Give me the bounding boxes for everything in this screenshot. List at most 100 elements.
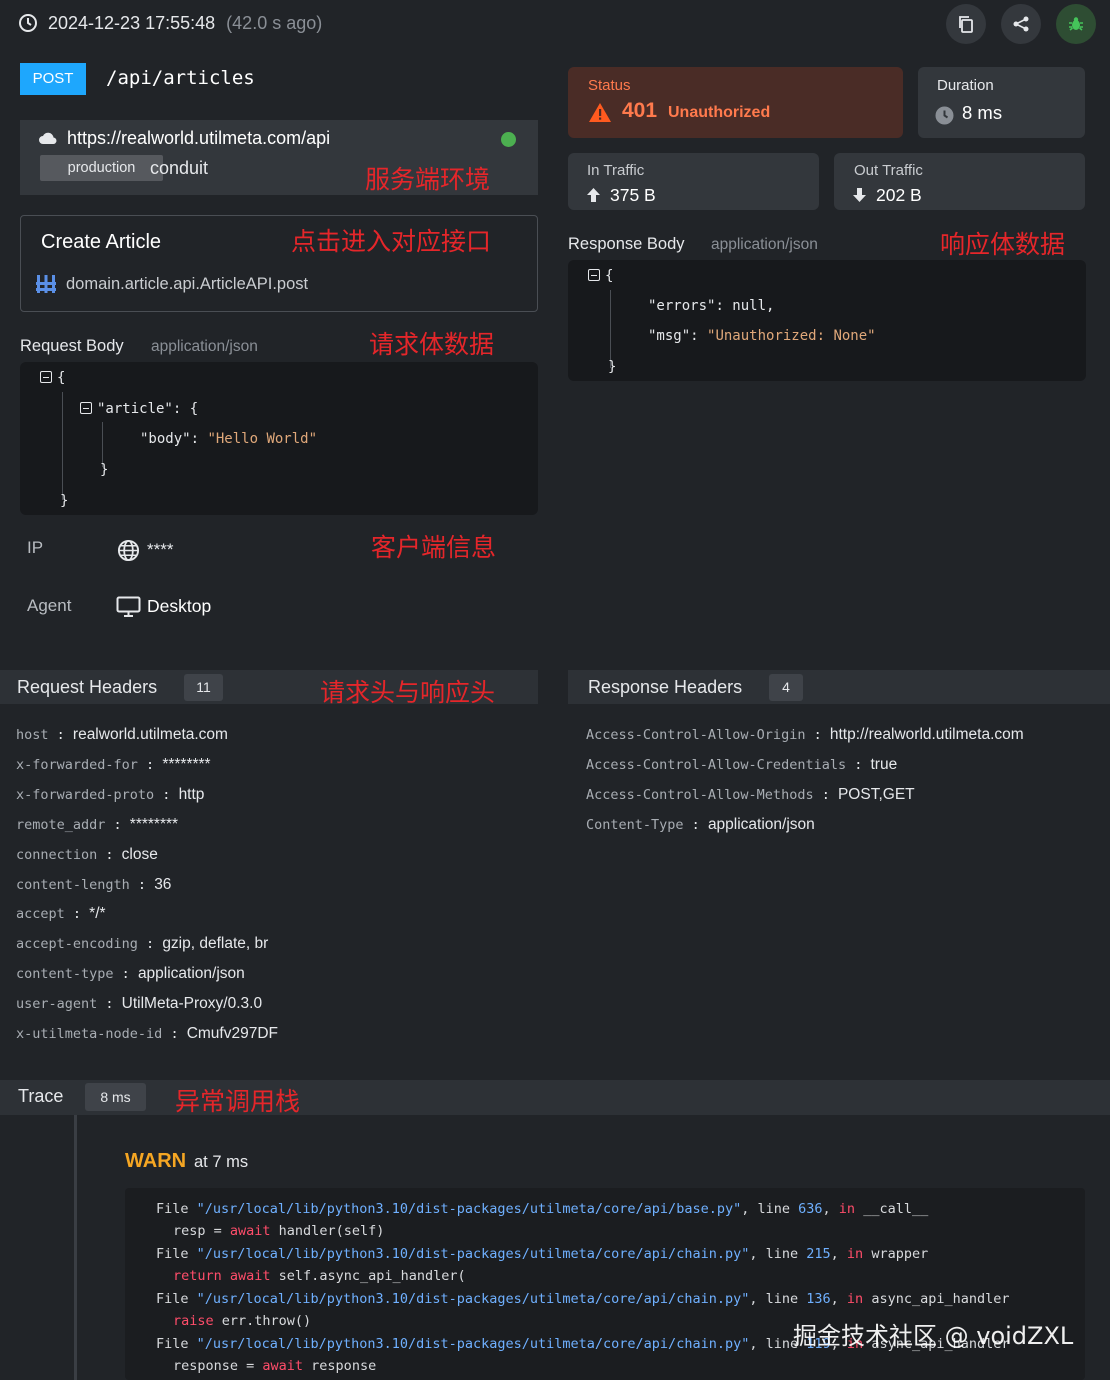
indent-guide	[102, 422, 103, 467]
share-icon	[1013, 16, 1029, 32]
header-value: POST,GET	[837, 786, 915, 803]
trace-code-line: raise err.throw()	[173, 1313, 311, 1329]
header-sep: :	[805, 727, 830, 743]
arrow-up-icon	[587, 188, 600, 202]
header-key: x-forwarded-for	[16, 756, 138, 773]
agent-label: Agent	[27, 596, 72, 615]
trace-text: ,	[749, 1336, 766, 1352]
header-value: */*	[89, 905, 106, 923]
header-value: application/json	[137, 965, 245, 983]
header-value: ********	[162, 755, 211, 773]
trace-line-word: line	[757, 1201, 790, 1217]
trace-code-line: resp = await handler(self)	[173, 1223, 384, 1239]
header-sep: :	[137, 756, 163, 773]
annotation-client-info: 客户端信息	[371, 533, 497, 562]
response-body-code[interactable]: { "errors": null, "msg": "Unauthorized: …	[568, 260, 1086, 381]
trace-file-path: "/usr/local/lib/python3.10/dist-packages…	[196, 1201, 742, 1217]
trace-code: self.async_api_handler(	[270, 1268, 466, 1284]
header-row: accept-encoding : gzip, deflate, br	[16, 935, 268, 953]
collapse-icon[interactable]	[588, 269, 600, 281]
trace-line-number: 215	[806, 1246, 831, 1262]
indent-guide	[610, 290, 611, 368]
code-line: "msg": "Unauthorized: None"	[648, 328, 876, 344]
header-row: user-agent : UtilMeta-Proxy/0.3.0	[16, 995, 262, 1013]
header-sep: :	[162, 1026, 187, 1042]
header-value: Cmufv297DF	[186, 1025, 279, 1042]
code-line: "article": {	[80, 401, 198, 417]
header-value: true	[870, 756, 898, 773]
header-value: application/json	[707, 816, 815, 833]
request-body-code[interactable]: { "article": { "body": "Hello World" } }	[20, 362, 538, 515]
code-line: }	[60, 493, 69, 509]
header-row: content-length : 36	[16, 876, 171, 894]
header-value: realworld.utilmeta.com	[72, 726, 228, 743]
trace-text	[855, 1201, 863, 1217]
trace-text	[189, 1291, 197, 1307]
code-line: {	[588, 268, 613, 284]
globe-icon	[117, 539, 140, 562]
duration-value: 8 ms	[962, 102, 1003, 123]
trace-code: err.throw()	[213, 1313, 312, 1329]
trace-function: wrapper	[871, 1246, 929, 1262]
annotation-headers: 请求头与响应头	[320, 678, 496, 707]
watermark: 掘金技术社区 @ voidZXL	[793, 1322, 1074, 1350]
header-key: accept	[16, 906, 65, 923]
trace-text: ,	[741, 1201, 758, 1217]
share-button[interactable]	[1001, 4, 1041, 44]
header-row: Access-Control-Allow-Credentials : true	[586, 756, 897, 774]
response-headers-count: 4	[769, 674, 803, 701]
header-sep: :	[129, 876, 155, 893]
ip-label: IP	[27, 538, 44, 557]
env-badge: production	[40, 155, 163, 181]
duration-label: Duration	[937, 77, 994, 94]
trace-file-word: File	[156, 1291, 189, 1307]
response-headers-title: Response Headers	[588, 677, 743, 697]
trace-title: Trace	[18, 1086, 64, 1106]
trace-text	[189, 1246, 197, 1262]
header-row: Access-Control-Allow-Origin : http://rea…	[586, 726, 1024, 744]
header-sep: :	[97, 846, 122, 863]
trace-code: response =	[173, 1358, 263, 1374]
out-traffic-value: 202 B	[876, 185, 922, 205]
service-url[interactable]: https://realworld.utilmeta.com/api	[67, 128, 330, 149]
header-sep: :	[813, 787, 838, 803]
header-row: connection : close	[16, 846, 158, 864]
arrow-down-icon	[853, 188, 866, 202]
trace-bar[interactable]	[0, 1080, 1110, 1115]
endpoint-title[interactable]: Create Article	[41, 231, 161, 254]
header-sep: :	[683, 817, 708, 833]
copy-button[interactable]	[946, 4, 986, 44]
duration-card: Duration 8 ms	[918, 67, 1085, 138]
clock-icon	[18, 13, 38, 33]
warning-icon	[589, 103, 611, 122]
trace-file-word: File	[156, 1336, 189, 1352]
collapse-icon[interactable]	[80, 402, 92, 414]
header-sep: :	[48, 727, 73, 743]
header-row: Access-Control-Allow-Methods : POST,GET	[586, 786, 915, 804]
annotation-server-env: 服务端环境	[365, 165, 491, 194]
trace-text: ,	[749, 1291, 766, 1307]
header-key: Access-Control-Allow-Methods	[586, 787, 814, 803]
request-headers-title: Request Headers	[17, 677, 158, 697]
out-traffic-label: Out Traffic	[854, 162, 923, 179]
trace-timeline	[74, 1115, 77, 1380]
header-value: UtilMeta-Proxy/0.3.0	[121, 995, 263, 1013]
trace-keyword: raise	[173, 1313, 214, 1329]
status-text: Unauthorized	[668, 104, 771, 121]
trace-text	[189, 1336, 197, 1352]
copy-icon	[959, 16, 973, 33]
code-line: "body": "Hello World"	[140, 431, 318, 447]
collapse-icon[interactable]	[40, 371, 52, 383]
trace-in-word: in	[846, 1291, 864, 1307]
header-sep: :	[113, 966, 138, 983]
trace-text	[189, 1201, 197, 1217]
status-code: 401	[622, 99, 658, 122]
header-row: x-forwarded-for : ********	[16, 756, 211, 774]
header-sep: :	[154, 786, 179, 803]
header-key: Access-Control-Allow-Credentials	[586, 757, 847, 773]
trace-line-number: 636	[798, 1201, 823, 1217]
trace-duration: 8 ms	[85, 1083, 146, 1111]
debug-button[interactable]	[1056, 4, 1096, 44]
header-key: host	[16, 727, 49, 743]
response-body-label: Response Body	[568, 235, 685, 253]
